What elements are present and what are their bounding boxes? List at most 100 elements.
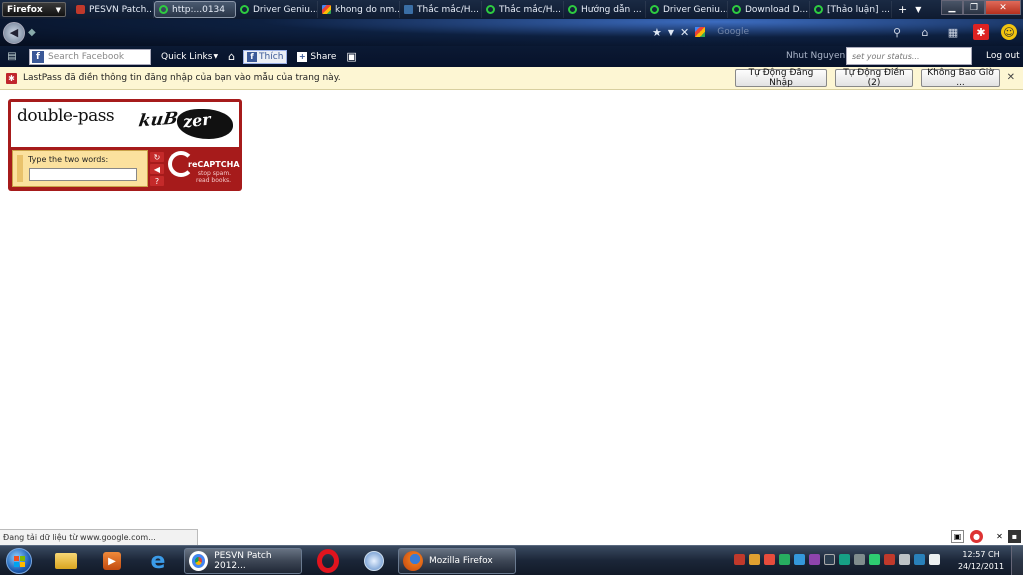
status-input[interactable] [846, 47, 972, 65]
show-desktop-button[interactable] [1011, 546, 1023, 575]
url-bar[interactable] [56, 25, 396, 41]
audio-icon[interactable]: ◀ [150, 164, 164, 174]
share-icon: + [297, 51, 308, 62]
task-label: Mozilla Firefox [429, 556, 493, 566]
smiley-icon[interactable]: ☺ [1001, 24, 1017, 40]
tray-app-icon[interactable] [749, 554, 760, 565]
loading-spinner-icon [814, 5, 823, 14]
close-icon[interactable]: ✕ [1007, 72, 1015, 83]
restore-icon[interactable]: ❐ [963, 0, 985, 15]
notifications-icon[interactable]: ▣ [346, 50, 356, 63]
facebook-toolbar: ▤ f Search Facebook Quick Links ▼ ⌂ f Th… [0, 46, 1023, 67]
google-icon[interactable] [695, 27, 706, 37]
chrome-icon [189, 551, 209, 571]
like-button[interactable]: f Thích [243, 49, 288, 64]
site-icon [404, 5, 413, 14]
tray-app-icon[interactable] [779, 554, 790, 565]
tab-4[interactable]: Thắc mắc/H... [400, 1, 482, 18]
close-icon[interactable]: ✕ [985, 0, 1021, 15]
tab-label: [Thảo luận] ... [827, 4, 890, 15]
home-icon[interactable]: ⌂ [228, 50, 235, 63]
bookmark-star-icon[interactable]: ★ [652, 26, 662, 39]
tab-3[interactable]: khong do nm... [318, 1, 400, 18]
tab-1[interactable]: http:...0134 [154, 1, 236, 18]
tab-9[interactable]: [Thảo luận] ... [810, 1, 892, 18]
start-button[interactable] [6, 548, 32, 574]
chevron-down-icon: ▼ [55, 5, 61, 14]
tray-app-icon[interactable] [734, 554, 745, 565]
input-accent-bar [17, 155, 23, 182]
tab-5[interactable]: Thắc mắc/H... [482, 1, 564, 18]
tray-app-icon[interactable] [869, 554, 880, 565]
opera-icon[interactable] [312, 549, 344, 573]
clock-date: 24/12/2011 [957, 562, 1005, 571]
help-icon[interactable]: ? [150, 176, 164, 186]
minimize-icon[interactable]: ▁ [941, 0, 963, 15]
lastpass-notification-bar: ✱ LastPass đã điền thông tin đăng nhập c… [0, 67, 1023, 90]
forward-arrow-icon[interactable]: ◆ [28, 27, 36, 38]
addon-icon[interactable]: ▣ [951, 530, 964, 543]
tagline-line-2: read books. [196, 177, 232, 184]
back-arrow-icon[interactable]: ◀ [3, 21, 25, 44]
taskbar-task-chrome[interactable]: PESVN Patch 2012... [184, 548, 302, 574]
toolbar-menu-icon[interactable]: ▤ [5, 50, 19, 64]
recaptcha-brand: reCAPTCHA [188, 160, 240, 169]
recaptcha-tagline: stop spam. read books. [196, 170, 231, 184]
tray-app-icon[interactable] [854, 554, 865, 565]
adblock-icon[interactable]: ● [970, 530, 983, 543]
home-icon[interactable]: ⌂ [917, 24, 933, 40]
tray-app-icon[interactable] [764, 554, 775, 565]
tab-label: PESVN Patch... [89, 4, 154, 15]
stop-icon[interactable]: ✕ [680, 26, 689, 39]
status-bar: Đang tải dữ liệu từ www.google.com... ▣ … [0, 529, 1023, 545]
new-tab-icon[interactable]: + [898, 3, 907, 16]
tray-app-icon[interactable] [824, 554, 835, 565]
tab-2[interactable]: Driver Geniu... [236, 1, 318, 18]
user-name[interactable]: Nhut Nguyen [786, 51, 845, 61]
close-icon[interactable]: ✕ [993, 530, 1006, 543]
captcha-image: double-pass kuB zer [11, 102, 239, 147]
tab-6[interactable]: Hướng dẫn ... [564, 1, 646, 18]
tray-app-icon[interactable] [809, 554, 820, 565]
downloads-icon[interactable]: ▦ [945, 24, 961, 40]
share-button[interactable]: + Share [297, 51, 336, 62]
auto-login-button[interactable]: Tự Động Đăng Nhập [735, 68, 827, 88]
folder-icon[interactable] [50, 549, 82, 573]
media-player-icon[interactable]: ▶ [96, 549, 128, 573]
lastpass-icon[interactable]: ✱ [973, 24, 989, 40]
taskbar-task-firefox[interactable]: Mozilla Firefox [398, 548, 516, 574]
action-center-flag-icon[interactable] [929, 554, 940, 565]
tray-app-icon[interactable] [839, 554, 850, 565]
safari-icon[interactable] [358, 549, 390, 573]
tray-app-icon[interactable] [884, 554, 895, 565]
tab-label: Hướng dẫn ... [581, 4, 642, 15]
internet-explorer-icon[interactable]: e [142, 549, 174, 574]
tab-label: Driver Geniu... [663, 4, 728, 15]
tab-8[interactable]: Download D... [728, 1, 810, 18]
tray-app-icon[interactable] [794, 554, 805, 565]
tab-7[interactable]: Driver Geniu... [646, 1, 728, 18]
auto-fill-button[interactable]: Tự Động Điền (2) [835, 68, 913, 88]
tab-list-icon[interactable]: ▼ [915, 5, 921, 14]
chevron-down-icon[interactable]: ▼ [668, 28, 674, 37]
resize-grip-icon[interactable]: ▪ [1008, 530, 1021, 543]
refresh-icon[interactable]: ↻ [150, 152, 164, 162]
network-icon[interactable] [899, 554, 910, 565]
facebook-search-input[interactable]: f Search Facebook [29, 48, 151, 65]
loading-spinner-icon [486, 5, 495, 14]
logout-link[interactable]: Log out [986, 51, 1020, 61]
captcha-answer-input[interactable] [29, 168, 137, 181]
system-clock[interactable]: 12:57 CH 24/12/2011 [955, 549, 1007, 573]
captcha-word-2-tail: zer [182, 109, 212, 132]
tab-label: Driver Geniu... [253, 4, 318, 15]
tray-app-icon[interactable] [914, 554, 925, 565]
facebook-icon: f [32, 50, 44, 63]
tab-0[interactable]: PESVN Patch... [72, 1, 154, 18]
loading-spinner-icon [650, 5, 659, 14]
firefox-menu-button[interactable]: Firefox ▼ [2, 2, 66, 17]
recaptcha-logo: reCAPTCHA stop spam. read books. [168, 151, 240, 187]
never-button[interactable]: Không Bao Giờ ... [921, 68, 1000, 88]
quick-links-menu[interactable]: Quick Links ▼ [161, 52, 218, 62]
search-input[interactable]: Google [711, 24, 851, 40]
search-icon[interactable]: ⚲ [889, 24, 905, 40]
